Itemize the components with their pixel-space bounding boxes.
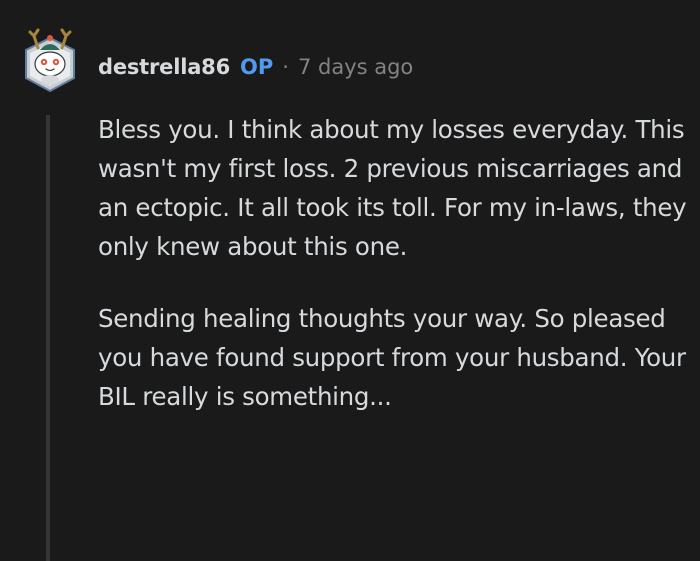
author-username-link[interactable]: destrella86: [98, 55, 230, 79]
op-badge: OP: [240, 55, 274, 79]
comment-meta: destrella86 OP · 7 days ago: [98, 52, 413, 82]
comment-paragraph: Bless you. I think about my losses every…: [98, 115, 687, 261]
comment-timestamp[interactable]: 7 days ago: [298, 55, 413, 79]
meta-separator: ·: [282, 55, 289, 79]
comment-paragraph: Sending healing thoughts your way. So pl…: [98, 304, 686, 411]
comment-body: Bless you. I think about my losses every…: [98, 110, 688, 416]
comment: destrella86 OP · 7 days ago Bless you. I…: [0, 0, 700, 561]
thread-collapse-line[interactable]: [46, 115, 50, 561]
user-avatar-icon[interactable]: [20, 16, 80, 96]
